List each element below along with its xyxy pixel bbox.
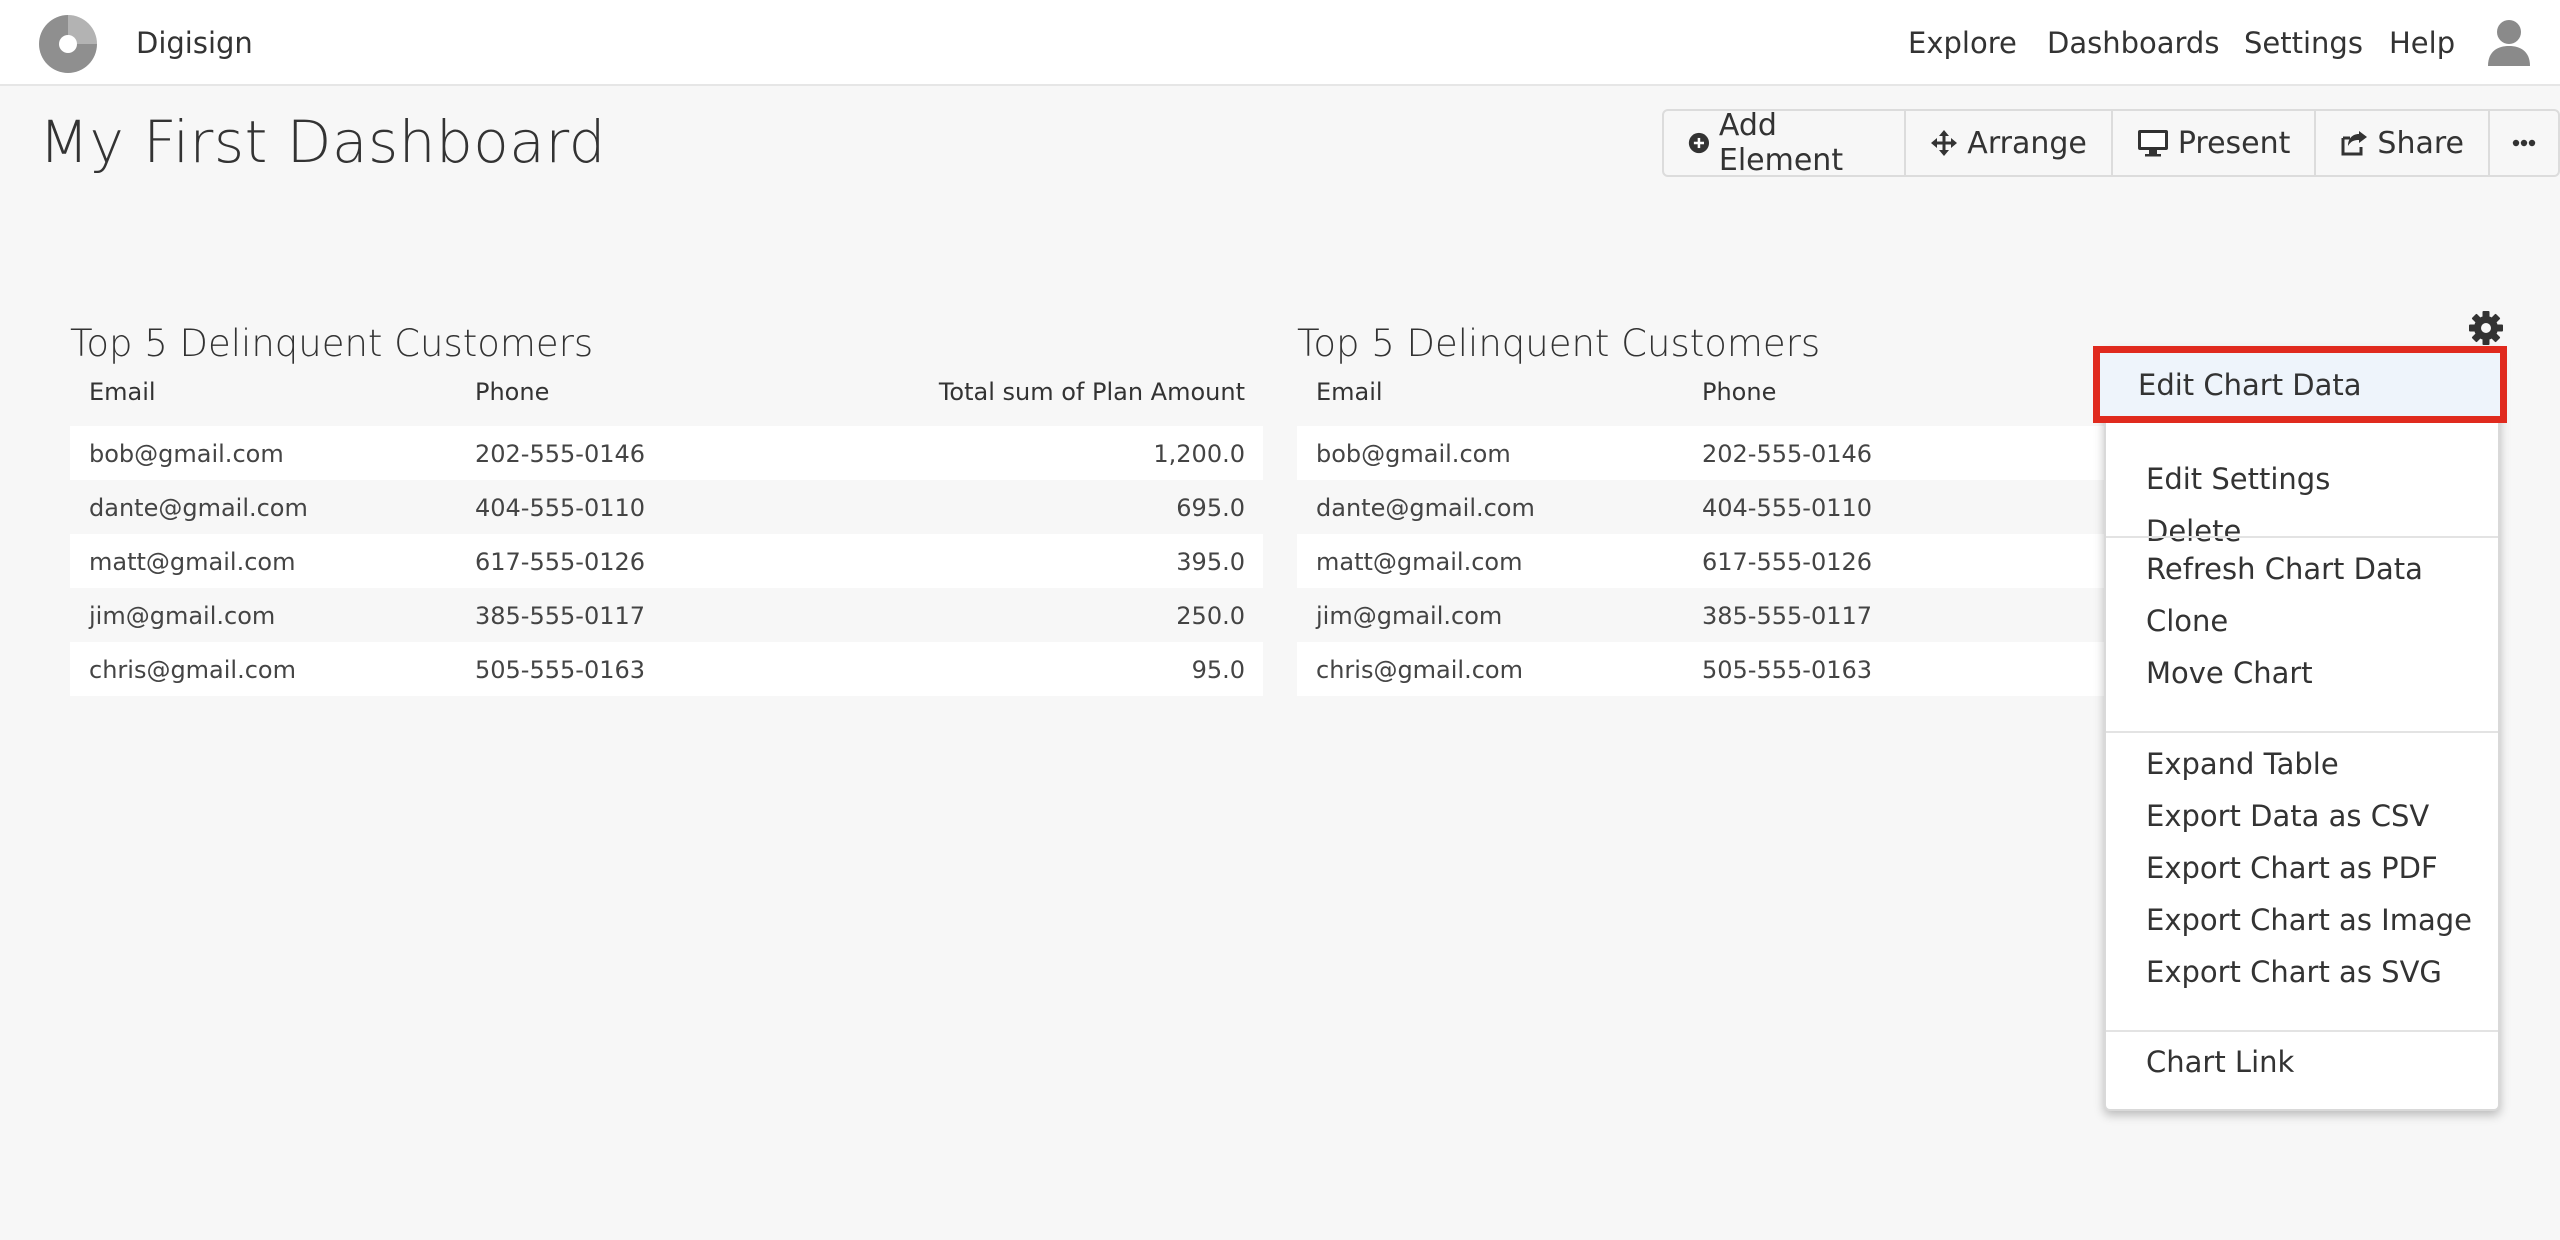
menu-item-export-image[interactable]: Export Chart as Image [2146,903,2472,937]
cell-phone: 617-555-0126 [1702,548,1873,576]
nav-explore[interactable]: Explore [1908,26,2017,60]
cell-phone: 404-555-0110 [475,494,646,522]
cell-phone: 385-555-0117 [1702,602,1873,630]
cell-phone: 617-555-0126 [475,548,646,576]
column-header-total[interactable]: Total sum of Plan Amount [939,378,1245,406]
cell-email: jim@gmail.com [1316,602,1503,630]
column-header-phone[interactable]: Phone [475,378,549,406]
menu-item-edit-chart-data-label: Edit Chart Data [2138,368,2362,402]
menu-item-delete[interactable]: Delete [2146,514,2241,548]
cell-total: 250.0 [1176,602,1245,630]
cell-email: matt@gmail.com [89,548,296,576]
cell-email: dante@gmail.com [1316,494,1535,522]
table-row: matt@gmail.com 617-555-0126 395.0 [70,534,1263,588]
present-button[interactable]: Present [2113,111,2317,175]
cell-email: dante@gmail.com [89,494,308,522]
cell-email: bob@gmail.com [89,440,284,468]
table-row: chris@gmail.com 505-555-0163 95.0 [70,642,1263,696]
more-options-button[interactable] [2490,111,2558,175]
column-header-email[interactable]: Email [89,378,156,406]
menu-item-edit-settings[interactable]: Edit Settings [2146,462,2330,496]
share-button[interactable]: Share [2316,111,2490,175]
table-row: bob@gmail.com 202-555-0146 1,200.0 [70,426,1263,480]
dashboard-toolbar: Add Element Arrange Present Share [1662,108,2560,178]
menu-item-chart-link[interactable]: Chart Link [2146,1045,2294,1079]
menu-item-export-pdf[interactable]: Export Chart as PDF [2146,851,2438,885]
arrange-button[interactable]: Arrange [1906,111,2113,175]
app-logo-icon[interactable] [39,15,97,73]
cell-email: bob@gmail.com [1316,440,1511,468]
cell-phone: 404-555-0110 [1702,494,1873,522]
widget-title: Top 5 Delinquent Customers [70,322,594,365]
table-row: jim@gmail.com 385-555-0117 250.0 [70,588,1263,642]
nav-settings[interactable]: Settings [2244,26,2363,60]
add-element-label: Add Element [1718,108,1844,178]
present-label: Present [2177,125,2291,161]
gear-icon[interactable] [2469,311,2503,345]
nav-dashboards[interactable]: Dashboards [2047,26,2219,60]
cell-total: 395.0 [1176,548,1245,576]
add-element-button[interactable]: Add Element [1664,108,1907,178]
cell-total: 695.0 [1176,494,1245,522]
page-title: My First Dashboard [39,108,606,176]
menu-item-export-csv[interactable]: Export Data as CSV [2146,799,2429,833]
cell-phone: 505-555-0163 [1702,656,1873,684]
cell-phone: 505-555-0163 [475,656,646,684]
menu-item-refresh-chart-data[interactable]: Refresh Chart Data [2146,552,2423,586]
menu-item-expand-table[interactable]: Expand Table [2146,747,2339,781]
menu-item-move-chart[interactable]: Move Chart [2146,656,2313,690]
share-icon [2341,131,2368,156]
cell-email: jim@gmail.com [89,602,276,630]
move-arrows-icon [1931,130,1958,156]
ellipsis-icon [2512,139,2536,147]
cell-total: 1,200.0 [1153,440,1245,468]
column-header-phone[interactable]: Phone [1702,378,1776,406]
app-name[interactable]: Digisign [136,26,253,60]
monitor-icon [2137,130,2168,157]
cell-phone: 385-555-0117 [475,602,646,630]
menu-item-export-svg[interactable]: Export Chart as SVG [2146,955,2442,989]
menu-divider [2106,536,2498,538]
logo-hole [59,35,77,53]
widget-title: Top 5 Delinquent Customers [1297,322,1821,365]
cell-phone: 202-555-0146 [475,440,646,468]
cell-total: 95.0 [1191,656,1245,684]
nav-help[interactable]: Help [2389,26,2455,60]
user-icon[interactable] [2486,18,2532,66]
cell-phone: 202-555-0146 [1702,440,1873,468]
menu-divider [2106,731,2498,733]
table-row: dante@gmail.com 404-555-0110 695.0 [70,480,1263,534]
cell-email: matt@gmail.com [1316,548,1523,576]
menu-item-clone[interactable]: Clone [2146,604,2228,638]
top-navbar: Digisign Explore Dashboards Settings Hel… [0,0,2560,86]
cell-email: chris@gmail.com [89,656,296,684]
menu-divider [2106,1030,2498,1032]
menu-item-edit-chart-data[interactable]: Edit Chart Data [2093,346,2507,423]
share-label: Share [2377,125,2464,161]
column-header-email[interactable]: Email [1316,378,1383,406]
cell-email: chris@gmail.com [1316,656,1523,684]
plus-circle-icon [1688,132,1710,154]
arrange-label: Arrange [1967,125,2087,161]
chart-options-menu: Edit Settings Delete Refresh Chart Data … [2104,348,2500,1111]
